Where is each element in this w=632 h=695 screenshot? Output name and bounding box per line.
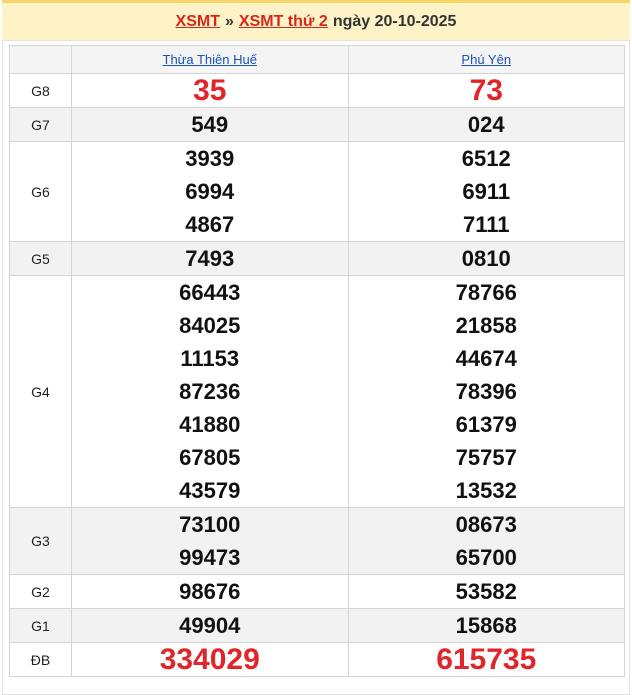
prize-number: 024 <box>467 112 505 137</box>
prize-number: 21858 <box>455 313 517 338</box>
prize-cell: 549 <box>71 107 349 142</box>
prize-number: 87236 <box>179 379 241 404</box>
table-row: G4 66443 84025 11153 87236 41880 67805 43579 787… <box>9 275 625 508</box>
prize-number: 78766 <box>455 280 517 305</box>
prize-label: G7 <box>9 107 72 142</box>
header-province-1: Thừa Thiên Huế <box>71 45 349 74</box>
results-frame: Thừa Thiên Huế Phú Yên G8 35 73 G7 549 024 G6 3… <box>2 40 630 695</box>
prize-cell: 024 <box>347 107 625 142</box>
prize-cell: 6512 6911 7111 <box>347 141 625 242</box>
prize-number: 15868 <box>455 613 517 638</box>
prize-number: 0810 <box>461 246 511 271</box>
prize-cell: 49904 <box>71 608 349 643</box>
prize-cell: 615735 <box>347 642 625 677</box>
results-table: Thừa Thiên Huế Phú Yên G8 35 73 G7 549 024 G6 3… <box>9 45 625 677</box>
prize-number: 73100 <box>179 512 241 537</box>
prize-number: 67805 <box>179 445 241 470</box>
prize-cell: 35 <box>71 73 349 108</box>
table-row: G3 73100 99473 08673 65700 <box>9 507 625 575</box>
prize-rows: G8 35 73 G7 549 024 G6 3939 6994 4867 6512 6911 7111… <box>9 73 625 677</box>
prize-cell: 08673 65700 <box>347 507 625 575</box>
result-title: XSMT » XSMT thứ 2 ngày 20-10-2025 <box>2 0 630 40</box>
prize-number: 08673 <box>455 512 517 537</box>
prize-cell: 73100 99473 <box>71 507 349 575</box>
prize-cell: 15868 <box>347 608 625 643</box>
prize-number: 43579 <box>179 478 241 503</box>
prize-number: 99473 <box>179 545 241 570</box>
prize-number: 41880 <box>179 412 241 437</box>
prize-cell: 3939 6994 4867 <box>71 141 349 242</box>
province-link-1[interactable]: Thừa Thiên Huế <box>163 52 257 67</box>
prize-label: G8 <box>9 73 72 108</box>
table-row: G6 3939 6994 4867 6512 6911 7111 <box>9 141 625 242</box>
prize-label: ĐB <box>9 642 72 677</box>
prize-cell: 66443 84025 11153 87236 41880 67805 43579 <box>71 275 349 508</box>
prize-number: 61379 <box>455 412 517 437</box>
prize-cell: 98676 <box>71 574 349 609</box>
table-row: G7 549 024 <box>9 107 625 142</box>
prize-cell: 7493 <box>71 241 349 276</box>
table-header-row: Thừa Thiên Huế Phú Yên <box>9 45 625 74</box>
prize-label: G5 <box>9 241 72 276</box>
prize-number: 66443 <box>179 280 241 305</box>
header-province-2: Phú Yên <box>347 45 625 74</box>
prize-number: 6512 <box>461 146 511 171</box>
prize-number: 3939 <box>185 146 235 171</box>
prize-number: 549 <box>191 112 229 137</box>
prize-cell: 0810 <box>347 241 625 276</box>
prize-cell: 73 <box>347 73 625 108</box>
prize-number: 4867 <box>185 212 235 237</box>
prize-label: G3 <box>9 507 72 575</box>
province-link-2[interactable]: Phú Yên <box>461 52 511 67</box>
prize-number: 7493 <box>185 246 235 271</box>
prize-number: 615735 <box>436 643 537 676</box>
prize-label: G2 <box>9 574 72 609</box>
breadcrumb-separator: » <box>224 12 234 30</box>
prize-number: 35 <box>193 74 227 107</box>
prize-label: G4 <box>9 275 72 508</box>
prize-cell: 53582 <box>347 574 625 609</box>
table-row: G1 49904 15868 <box>9 608 625 643</box>
prize-number: 44674 <box>455 346 517 371</box>
prize-number: 65700 <box>455 545 517 570</box>
prize-number: 53582 <box>455 579 517 604</box>
prize-number: 7111 <box>462 212 510 237</box>
table-row: ĐB 334029 615735 <box>9 642 625 677</box>
header-prize-cell <box>9 45 72 74</box>
prize-label: G1 <box>9 608 72 643</box>
xsmt-day-link[interactable]: XSMT thứ 2 <box>239 13 328 31</box>
table-row: G5 7493 0810 <box>9 241 625 276</box>
table-row: G8 35 73 <box>9 73 625 108</box>
prize-cell: 78766 21858 44674 78396 61379 75757 13532 <box>347 275 625 508</box>
prize-label: G6 <box>9 141 72 242</box>
prize-number: 13532 <box>455 478 517 503</box>
prize-number: 75757 <box>455 445 517 470</box>
prize-number: 78396 <box>455 379 517 404</box>
prize-number: 11153 <box>180 346 240 371</box>
prize-number: 6911 <box>462 179 511 204</box>
prize-number: 49904 <box>179 613 241 638</box>
prize-cell: 334029 <box>71 642 349 677</box>
prize-number: 84025 <box>179 313 241 338</box>
prize-number: 98676 <box>179 579 241 604</box>
prize-number: 6994 <box>185 179 235 204</box>
prize-number: 334029 <box>159 643 260 676</box>
table-row: G2 98676 53582 <box>9 574 625 609</box>
prize-number: 73 <box>469 74 503 107</box>
draw-date: ngày 20-10-2025 <box>332 12 457 30</box>
xsmt-link[interactable]: XSMT <box>176 13 220 31</box>
